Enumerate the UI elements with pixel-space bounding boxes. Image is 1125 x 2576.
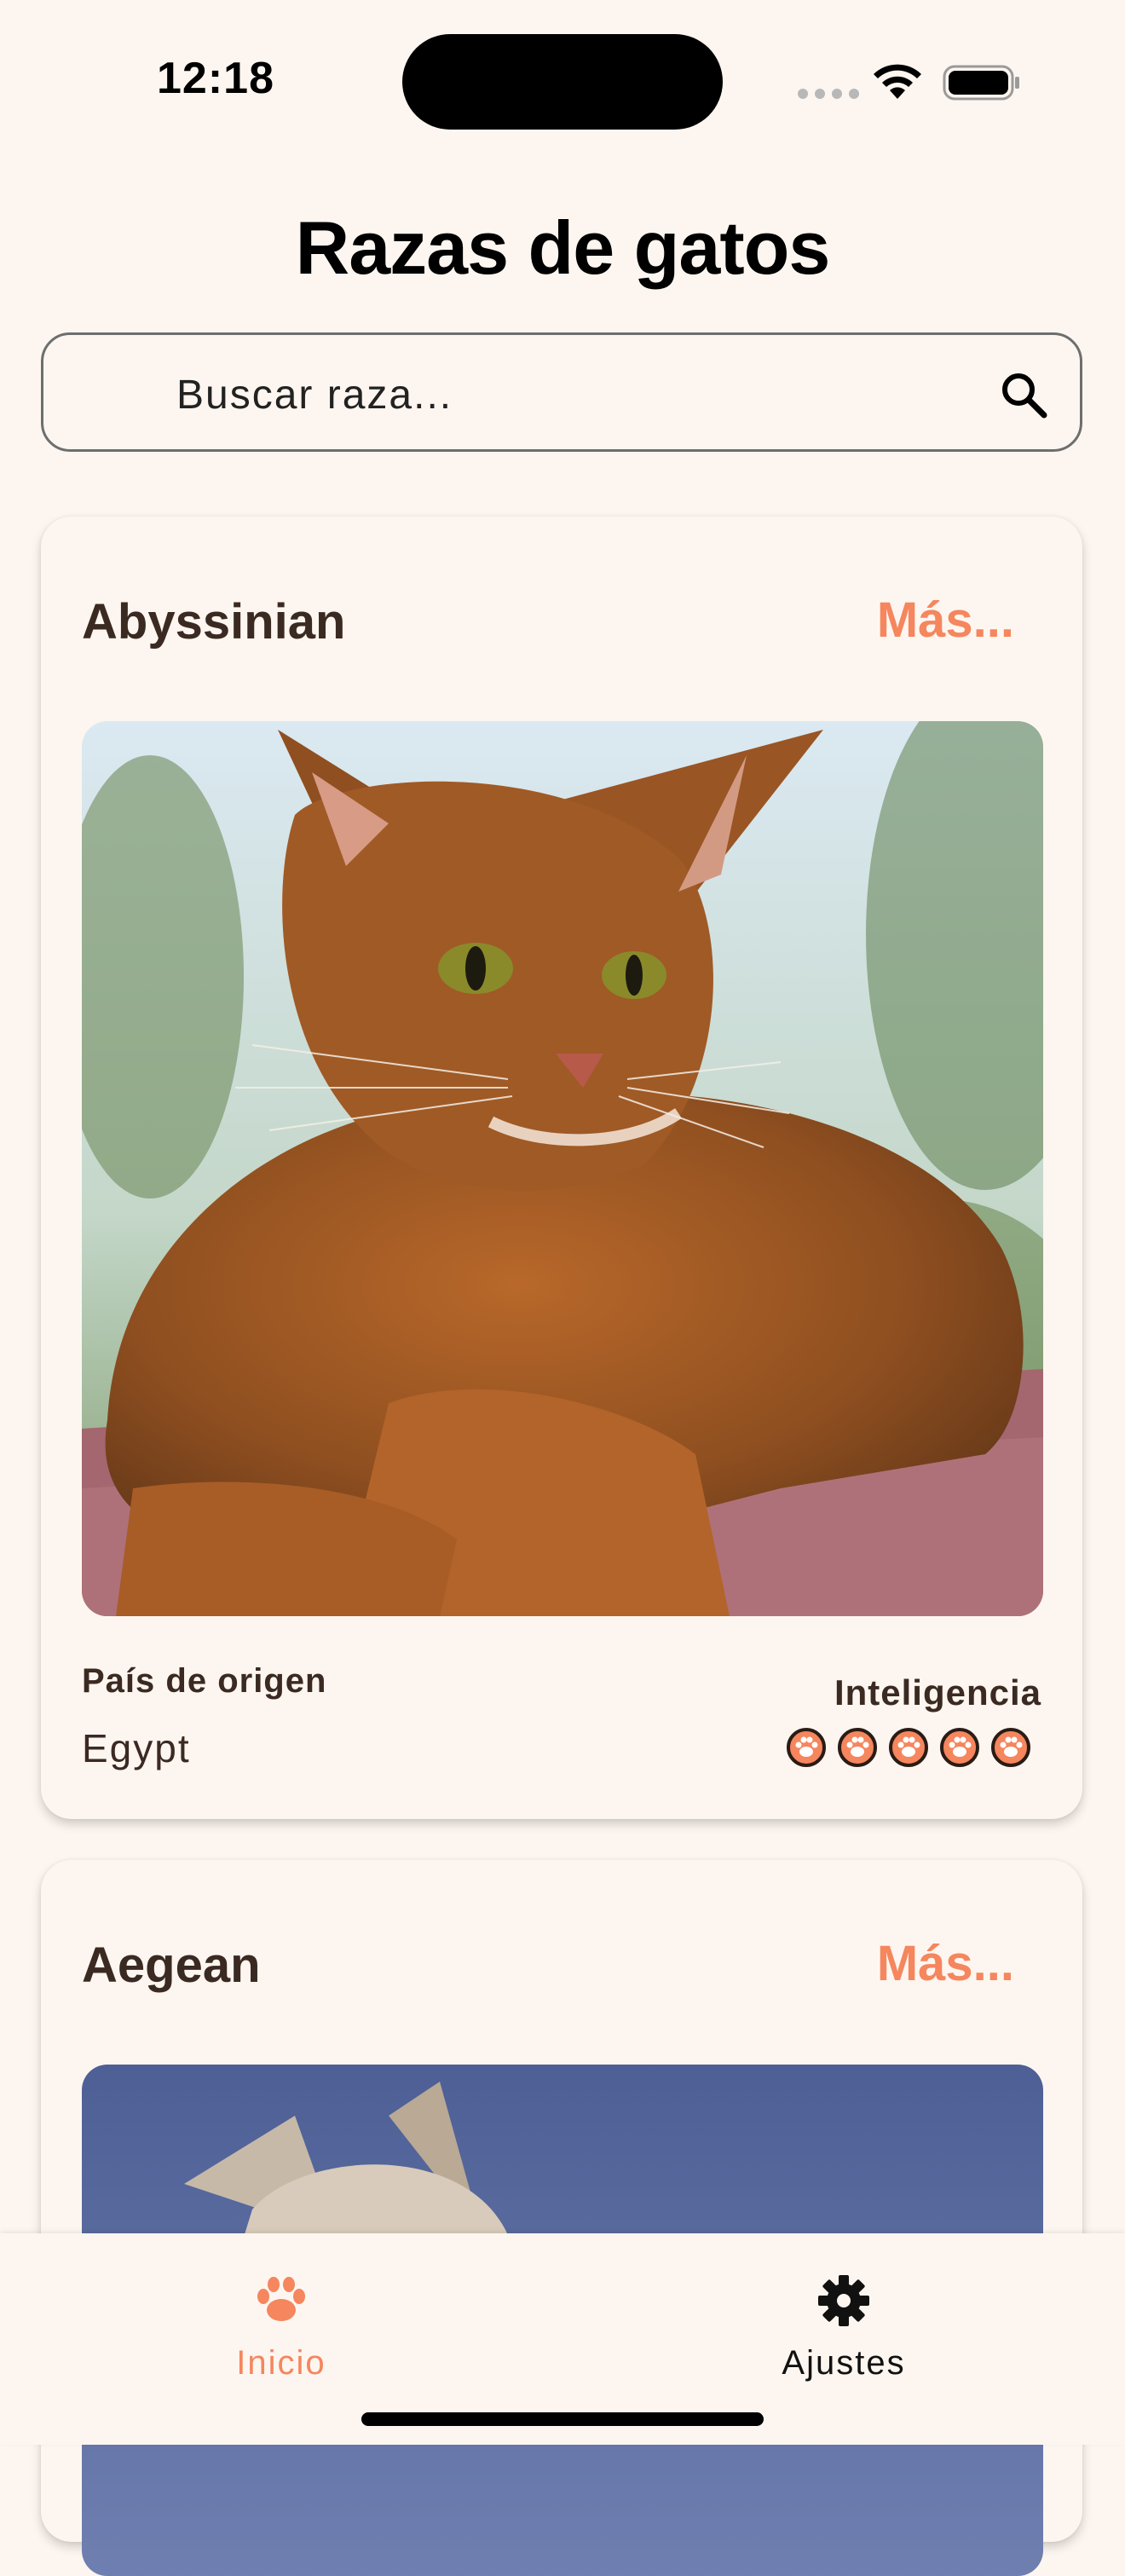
home-indicator xyxy=(361,2412,764,2426)
intelligence-label: Inteligencia xyxy=(834,1672,1041,1713)
tab-home[interactable]: Inicio xyxy=(128,2273,435,2383)
signal-icon xyxy=(798,89,859,99)
breed-name: Abyssinian xyxy=(82,594,346,650)
paw-rating-icon xyxy=(889,1728,928,1767)
tab-bar: Inicio Ajustes xyxy=(0,2233,1125,2445)
breed-card[interactable]: Abyssinian Más... País de origen Egypt I… xyxy=(41,517,1082,1819)
paw-rating-icon xyxy=(838,1728,877,1767)
battery-icon xyxy=(943,65,1019,101)
paw-rating-icon xyxy=(940,1728,979,1767)
tab-label: Ajustes xyxy=(782,2344,906,2382)
origin-label: País de origen xyxy=(82,1662,327,1700)
dynamic-island xyxy=(402,34,723,130)
intelligence-rating xyxy=(786,1727,1031,1768)
paw-rating-icon xyxy=(991,1728,1030,1767)
search-bar[interactable] xyxy=(41,332,1082,452)
origin-value: Egypt xyxy=(82,1726,191,1770)
tab-settings[interactable]: Ajustes xyxy=(690,2273,997,2383)
breed-name: Aegean xyxy=(82,1938,261,1993)
paw-icon xyxy=(257,2277,305,2321)
paw-rating-icon xyxy=(787,1728,826,1767)
gear-icon xyxy=(818,2275,869,2326)
more-button[interactable]: Más... xyxy=(877,592,1014,649)
more-button[interactable]: Más... xyxy=(877,1935,1014,1992)
tab-label: Inicio xyxy=(236,2344,326,2382)
breed-photo xyxy=(82,721,1043,1616)
wifi-icon xyxy=(874,64,921,99)
search-icon[interactable] xyxy=(998,369,1051,422)
page-title: Razas de gatos xyxy=(295,205,831,290)
search-input[interactable] xyxy=(175,364,945,425)
status-time: 12:18 xyxy=(157,54,274,103)
